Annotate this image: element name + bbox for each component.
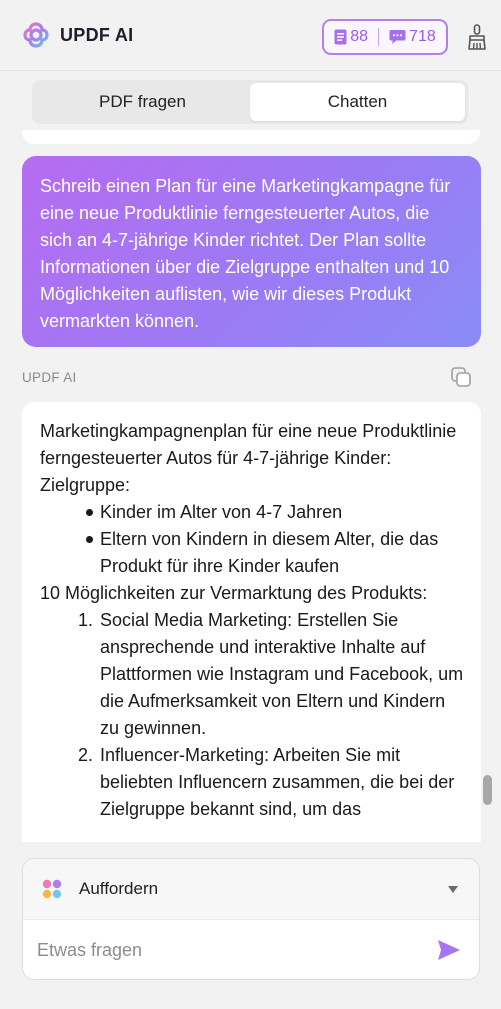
- target-group-label: Zielgruppe:: [40, 475, 131, 495]
- scrollbar-thumb[interactable]: [483, 775, 492, 805]
- list-item: 2. Influencer-Marketing: Arbeiten Sie mi…: [78, 742, 467, 823]
- prompt-label: Auffordern: [79, 879, 159, 898]
- chevron-down-icon[interactable]: [447, 885, 459, 894]
- tab-chatten[interactable]: Chatten: [250, 83, 465, 121]
- ask-input[interactable]: [37, 940, 417, 961]
- prompt-dots-icon: [42, 879, 62, 899]
- tab-pdf-fragen[interactable]: PDF fragen: [35, 83, 250, 121]
- user-message: Schreib einen Plan für eine Marketingkam…: [22, 156, 481, 347]
- docs-quota: 88: [334, 28, 368, 46]
- list-item: 1. Social Media Marketing: Erstellen Sie…: [78, 607, 467, 742]
- composer: Auffordern: [22, 858, 480, 980]
- list-text: Influencer-Marketing: Arbeiten Sie mit b…: [100, 745, 455, 819]
- header-divider: [0, 70, 501, 71]
- list-text: Social Media Marketing: Erstellen Sie an…: [100, 610, 464, 738]
- list-item: Eltern von Kindern in diesem Alter, die …: [84, 526, 467, 580]
- document-icon: [334, 29, 347, 45]
- marketing-ways-label: 10 Möglichkeiten zur Vermarktung des Pro…: [40, 583, 428, 603]
- updf-logo-icon: [23, 22, 49, 48]
- send-icon[interactable]: [437, 939, 461, 961]
- copy-icon[interactable]: [449, 365, 473, 389]
- list-number: 1.: [78, 610, 94, 630]
- response-heading: Marketingkampagnenplan für eine neue Pro…: [40, 421, 457, 468]
- marketing-ways-list: 1. Social Media Marketing: Erstellen Sie…: [78, 607, 467, 823]
- prompt-selector[interactable]: Auffordern: [23, 859, 479, 919]
- list-number: 2.: [78, 745, 94, 765]
- chat-bubble-icon: [389, 30, 406, 44]
- previous-message-edge: [22, 130, 480, 144]
- ai-response: Marketingkampagnenplan für eine neue Pro…: [22, 402, 481, 842]
- quota-badge[interactable]: 88 718: [322, 19, 448, 55]
- ask-row: [23, 919, 479, 979]
- broom-icon[interactable]: [466, 24, 488, 50]
- quota-divider: [378, 28, 380, 46]
- chats-count: 718: [409, 28, 436, 45]
- docs-count: 88: [350, 28, 369, 45]
- chats-quota: 718: [389, 28, 436, 46]
- target-group-list: Kinder im Alter von 4-7 Jahren Eltern vo…: [84, 499, 467, 580]
- ai-label: UPDF AI: [22, 370, 77, 385]
- mode-tabs: PDF fragen Chatten: [32, 80, 468, 124]
- list-item: Kinder im Alter von 4-7 Jahren: [84, 499, 467, 526]
- app-title: UPDF AI: [60, 24, 134, 45]
